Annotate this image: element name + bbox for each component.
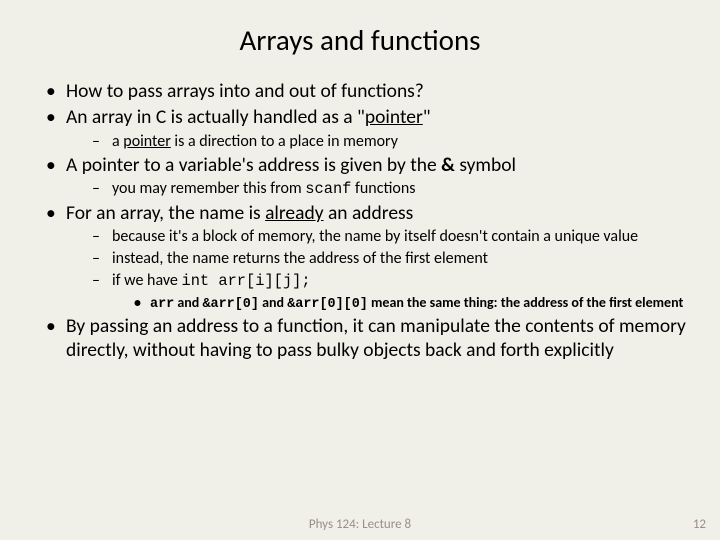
- code-text: scanf: [305, 180, 351, 198]
- bullet-item: For an array, the name is already an add…: [46, 202, 692, 314]
- text: if we have: [112, 271, 182, 290]
- text: mean the same thing: the address of the …: [368, 294, 684, 311]
- text: and: [259, 294, 287, 311]
- text: A pointer to a variable's address is giv…: [66, 153, 441, 177]
- text: you may remember this from: [112, 179, 305, 198]
- text: ": [423, 105, 431, 129]
- bullet-list: How to pass arrays into and out of funct…: [28, 80, 692, 363]
- sub-item: instead, the name returns the address of…: [92, 249, 692, 269]
- code-text: &arr[0]: [202, 297, 258, 312]
- sub-item: if we have int arr[i][j]; arr and &arr[0…: [92, 271, 692, 313]
- sub-item: because it's a block of memory, the name…: [92, 227, 692, 247]
- underlined-text: already: [265, 201, 323, 225]
- sub-item: you may remember this from scanf functio…: [92, 179, 692, 199]
- bullet-item: An array in C is actually handled as a "…: [46, 106, 692, 152]
- slide-title: Arrays and functions: [28, 22, 692, 58]
- text: a: [112, 132, 123, 151]
- text: For an array, the name is: [66, 201, 265, 225]
- text: symbol: [455, 153, 516, 177]
- underlined-text: pointer: [123, 132, 171, 151]
- page-number: 12: [693, 517, 706, 532]
- text: is a direction to a place in memory: [171, 132, 398, 151]
- text: an address: [324, 201, 414, 225]
- sub-list: because it's a block of memory, the name…: [66, 227, 692, 313]
- bullet-item: How to pass arrays into and out of funct…: [46, 80, 692, 104]
- text: An array in C is actually handled as a ": [66, 105, 365, 129]
- footer-center: Phys 124: Lecture 8: [0, 517, 720, 532]
- bullet-item: A pointer to a variable's address is giv…: [46, 154, 692, 200]
- sub-list: a pointer is a direction to a place in m…: [66, 132, 692, 152]
- code-text: arr: [150, 297, 174, 312]
- subsub-item: arr and &arr[0] and &arr[0][0] mean the …: [134, 294, 692, 314]
- bullet-item: By passing an address to a function, it …: [46, 315, 692, 363]
- subsub-list: arr and &arr[0] and &arr[0][0] mean the …: [112, 294, 692, 314]
- code-text: int arr[i][j];: [182, 272, 311, 290]
- sub-item: a pointer is a direction to a place in m…: [92, 132, 692, 152]
- sub-list: you may remember this from scanf functio…: [66, 179, 692, 199]
- text: and: [174, 294, 202, 311]
- underlined-text: pointer: [365, 105, 423, 129]
- bold-text: &: [441, 153, 455, 177]
- code-text: &arr[0][0]: [287, 297, 368, 312]
- text: functions: [351, 179, 415, 198]
